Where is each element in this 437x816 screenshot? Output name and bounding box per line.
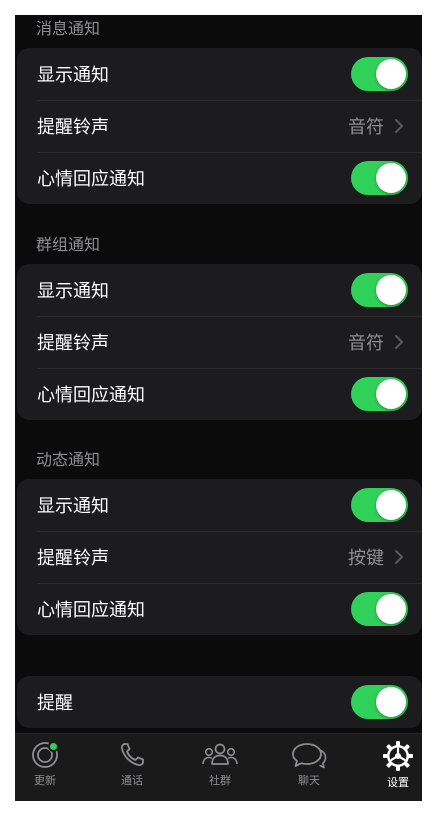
row-label: 心情回应通知 (37, 385, 145, 406)
alert-tone-value: 按键 (348, 548, 384, 569)
row-reaction-notifications[interactable]: 心情回应通知 (17, 583, 422, 635)
row-label: 心情回应通知 (37, 600, 145, 621)
tab-updates[interactable]: 更新 (15, 734, 75, 801)
communities-icon (202, 743, 238, 765)
chevron-right-icon (395, 335, 403, 349)
row-alert-tone[interactable]: 提醒铃声 音符 (17, 316, 422, 368)
row-label: 提醒铃声 (37, 333, 109, 354)
chevron-right-icon (395, 550, 403, 564)
row-alert-tone[interactable]: 提醒铃声 按键 (17, 531, 422, 583)
show-notifications-toggle[interactable] (351, 57, 408, 91)
row-label: 提醒 (37, 693, 73, 714)
row-show-notifications[interactable]: 显示通知 (17, 48, 422, 100)
reaction-notifications-toggle[interactable] (351, 377, 408, 411)
tab-chats[interactable]: 聊天 (279, 734, 339, 801)
row-label: 显示通知 (37, 65, 109, 86)
row-label: 提醒铃声 (37, 117, 109, 138)
tab-label: 设置 (387, 776, 409, 789)
reaction-notifications-toggle[interactable] (351, 592, 408, 626)
group-message-notifications: 显示通知 提醒铃声 音符 心情回应通知 (17, 48, 422, 204)
group-group-notifications: 显示通知 提醒铃声 音符 心情回应通知 (17, 264, 422, 420)
updates-badge (48, 741, 59, 752)
toggle-knob (376, 59, 406, 89)
divider (37, 100, 422, 101)
alert-tone-value: 音符 (348, 333, 384, 354)
reaction-notifications-toggle[interactable] (351, 161, 408, 195)
row-show-notifications[interactable]: 显示通知 (17, 479, 422, 531)
row-alert-tone[interactable]: 提醒铃声 音符 (17, 100, 422, 152)
section-header-group-notifications: 群组通知 (36, 235, 101, 254)
alert-tone-value: 音符 (348, 117, 384, 138)
tab-bar: 更新 通话 社群 聊天 设置 (15, 733, 422, 801)
row-label: 显示通知 (37, 281, 109, 302)
phone-icon (121, 743, 144, 766)
toggle-knob (376, 275, 406, 305)
tab-label: 社群 (209, 774, 231, 787)
chevron-right-icon (395, 119, 403, 133)
tab-label: 更新 (34, 774, 56, 787)
row-label: 显示通知 (37, 496, 109, 517)
row-reaction-notifications[interactable]: 心情回应通知 (17, 152, 422, 204)
row-show-notifications[interactable]: 显示通知 (17, 264, 422, 316)
settings-screen: 消息通知 显示通知 提醒铃声 音符 心情回应通知 群组通知 显示通知 提醒铃声 … (15, 15, 422, 801)
toggle-knob (376, 163, 406, 193)
gear-icon (383, 741, 413, 771)
show-notifications-toggle[interactable] (351, 488, 408, 522)
row-reminders[interactable]: 提醒 (17, 676, 422, 728)
divider (37, 531, 422, 532)
toggle-knob (376, 490, 406, 520)
tab-communities[interactable]: 社群 (190, 734, 250, 801)
toggle-knob (376, 687, 406, 717)
group-reminders: 提醒 (17, 676, 422, 728)
divider (37, 316, 422, 317)
tab-label: 通话 (121, 774, 143, 787)
tab-calls[interactable]: 通话 (102, 734, 162, 801)
chats-icon (292, 743, 327, 769)
toggle-knob (376, 594, 406, 624)
section-header-status-notifications: 动态通知 (36, 450, 101, 469)
row-label: 心情回应通知 (37, 169, 145, 190)
show-notifications-toggle[interactable] (351, 273, 408, 307)
toggle-knob (376, 379, 406, 409)
row-label: 提醒铃声 (37, 548, 109, 569)
divider (37, 152, 422, 153)
divider (37, 368, 422, 369)
divider (37, 583, 422, 584)
row-reaction-notifications[interactable]: 心情回应通知 (17, 368, 422, 420)
tab-settings[interactable]: 设置 (368, 734, 422, 801)
tab-label: 聊天 (298, 774, 320, 787)
group-status-notifications: 显示通知 提醒铃声 按键 心情回应通知 (17, 479, 422, 635)
section-header-message-notifications: 消息通知 (36, 19, 101, 38)
reminders-toggle[interactable] (351, 685, 408, 719)
